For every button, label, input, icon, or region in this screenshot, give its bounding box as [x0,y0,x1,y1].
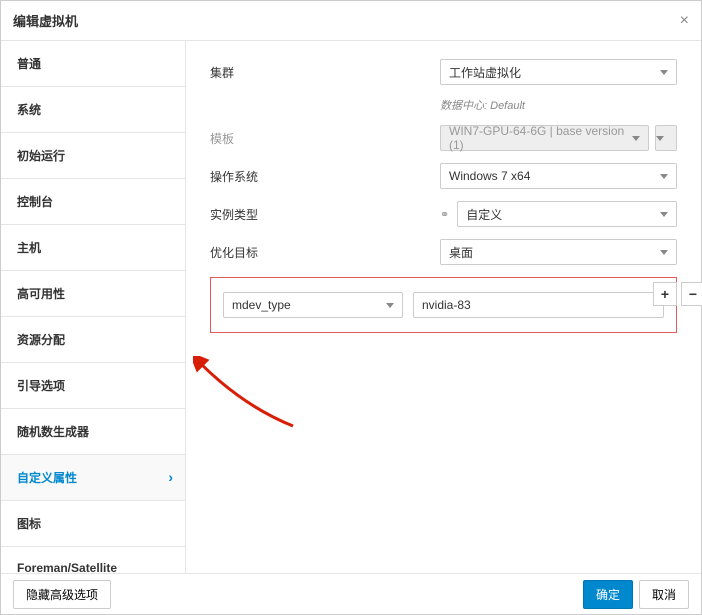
datacenter-label: 数据中心: Default [440,97,525,113]
sidebar: 普通 系统 初始运行 控制台 主机 高可用性 资源分配 引导选项 随机数生成器 … [1,41,186,573]
os-select[interactable]: Windows 7 x64 [440,163,677,189]
sidebar-item-initrun[interactable]: 初始运行 [1,133,185,179]
sidebar-item-resource[interactable]: 资源分配 [1,317,185,363]
sidebar-item-host[interactable]: 主机 [1,225,185,271]
sidebar-item-boot[interactable]: 引导选项 [1,363,185,409]
dialog-title: 编辑虚拟机 [13,11,78,30]
cluster-label: 集群 [210,64,440,81]
remove-property-button[interactable]: − [681,282,702,306]
sidebar-item-general[interactable]: 普通 [1,41,185,87]
sidebar-item-foreman[interactable]: Foreman/Satellite [1,547,185,573]
custom-property-key-select[interactable]: mdev_type [223,292,403,318]
template-select: WIN7-GPU-64-6G | base version (1) [440,125,649,151]
sidebar-item-custom-properties[interactable]: 自定义属性 [1,455,185,501]
os-label: 操作系统 [210,168,440,185]
add-property-button[interactable]: + [653,282,677,306]
hide-advanced-button[interactable]: 隐藏高级选项 [13,580,111,609]
sidebar-item-console[interactable]: 控制台 [1,179,185,225]
sidebar-item-rng[interactable]: 随机数生成器 [1,409,185,455]
instance-select[interactable]: 自定义 [457,201,677,227]
cluster-select[interactable]: 工作站虚拟化 [440,59,677,85]
link-icon: ⚭ [440,208,449,221]
template-extra [655,125,677,151]
content-panel: 集群 工作站虚拟化 数据中心: Default 模板 WIN7-GPU-64-6… [186,41,701,573]
cancel-button[interactable]: 取消 [639,580,689,609]
optimize-label: 优化目标 [210,244,440,261]
ok-button[interactable]: 确定 [583,580,633,609]
custom-property-row: mdev_type nvidia-83 [210,277,677,333]
close-icon[interactable]: × [680,12,689,30]
sidebar-item-system[interactable]: 系统 [1,87,185,133]
sidebar-item-ha[interactable]: 高可用性 [1,271,185,317]
instance-label: 实例类型 [210,206,440,223]
optimize-select[interactable]: 桌面 [440,239,677,265]
custom-property-value-input[interactable]: nvidia-83 [413,292,664,318]
sidebar-item-icon[interactable]: 图标 [1,501,185,547]
template-label: 模板 [210,130,440,147]
